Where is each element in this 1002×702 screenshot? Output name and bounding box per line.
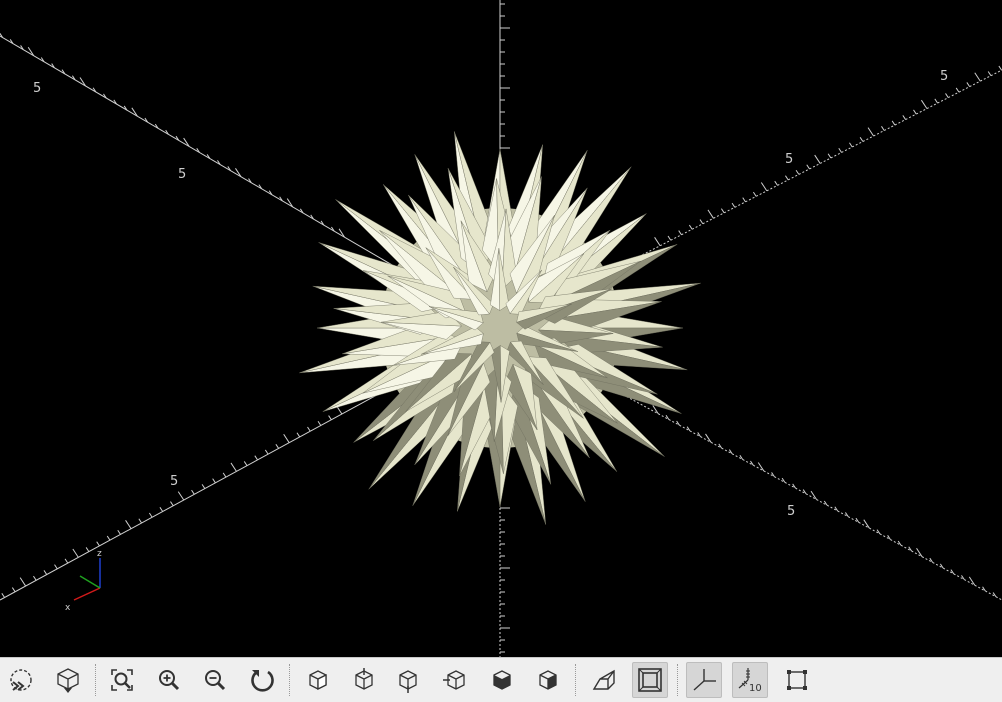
show-edges-button[interactable] [779, 662, 815, 698]
edges-icon [787, 670, 807, 690]
zoom-all-icon [111, 669, 133, 691]
view-bottom-button[interactable] [390, 662, 426, 698]
view-right-button[interactable] [300, 662, 336, 698]
scale-label: 5 [940, 69, 948, 84]
zoom-out-button[interactable] [197, 662, 233, 698]
gizmo-x-axis [73, 587, 101, 601]
zoom-in-button[interactable] [151, 662, 187, 698]
zoom-in-icon [159, 670, 180, 691]
view-back-button[interactable] [530, 662, 566, 698]
axes-icon [693, 669, 716, 691]
scale-markers-icon: 10 [738, 668, 762, 694]
scale-label: 5 [170, 474, 178, 489]
view-toolbar: 10 [0, 657, 1002, 702]
preview-icon [10, 669, 32, 691]
gizmo-y-axis [79, 575, 101, 589]
toolbar-separator [677, 664, 679, 696]
toolbar-separator [575, 664, 577, 696]
scale-label: 5 [33, 81, 41, 96]
orthogonal-icon [638, 668, 662, 692]
scale-label: 5 [785, 152, 793, 167]
view-bottom-icon [399, 670, 417, 693]
show-axes-button[interactable] [686, 662, 722, 698]
scale-markers-label: 10 [749, 683, 762, 694]
view-front-button[interactable] [484, 662, 520, 698]
view-left-button[interactable] [438, 662, 474, 698]
spiky-sphere-model [299, 131, 701, 525]
scene-canvas[interactable]: 5 5 5 5 5 5 z x [0, 0, 1002, 657]
gizmo-x-label: x [65, 603, 71, 613]
reset-view-button[interactable] [244, 662, 280, 698]
view-front-icon [493, 670, 511, 690]
orthogonal-button[interactable] [632, 662, 668, 698]
scale-label: 5 [787, 504, 795, 519]
scale-label: 5 [178, 167, 186, 182]
gizmo-z-label: z [97, 549, 102, 559]
view-top-button[interactable] [346, 662, 382, 698]
preview-button[interactable] [3, 662, 39, 698]
3d-viewport[interactable]: 5 5 5 5 5 5 z x [0, 0, 1002, 657]
zoom-out-icon [205, 670, 226, 691]
perspective-button[interactable] [586, 662, 622, 698]
view-top-icon [355, 668, 373, 690]
perspective-icon [592, 669, 615, 690]
toolbar-separator [95, 664, 97, 696]
view-left-icon [443, 670, 465, 690]
axes-gizmo: z x [65, 549, 102, 613]
view-back-icon [539, 670, 557, 690]
render-icon [57, 668, 79, 693]
view-right-icon [309, 670, 327, 691]
reset-view-icon [251, 670, 274, 692]
toolbar-separator [289, 664, 291, 696]
show-scale-markers-button[interactable]: 10 [732, 662, 768, 698]
render-button[interactable] [50, 662, 86, 698]
view-all-button[interactable] [104, 662, 140, 698]
